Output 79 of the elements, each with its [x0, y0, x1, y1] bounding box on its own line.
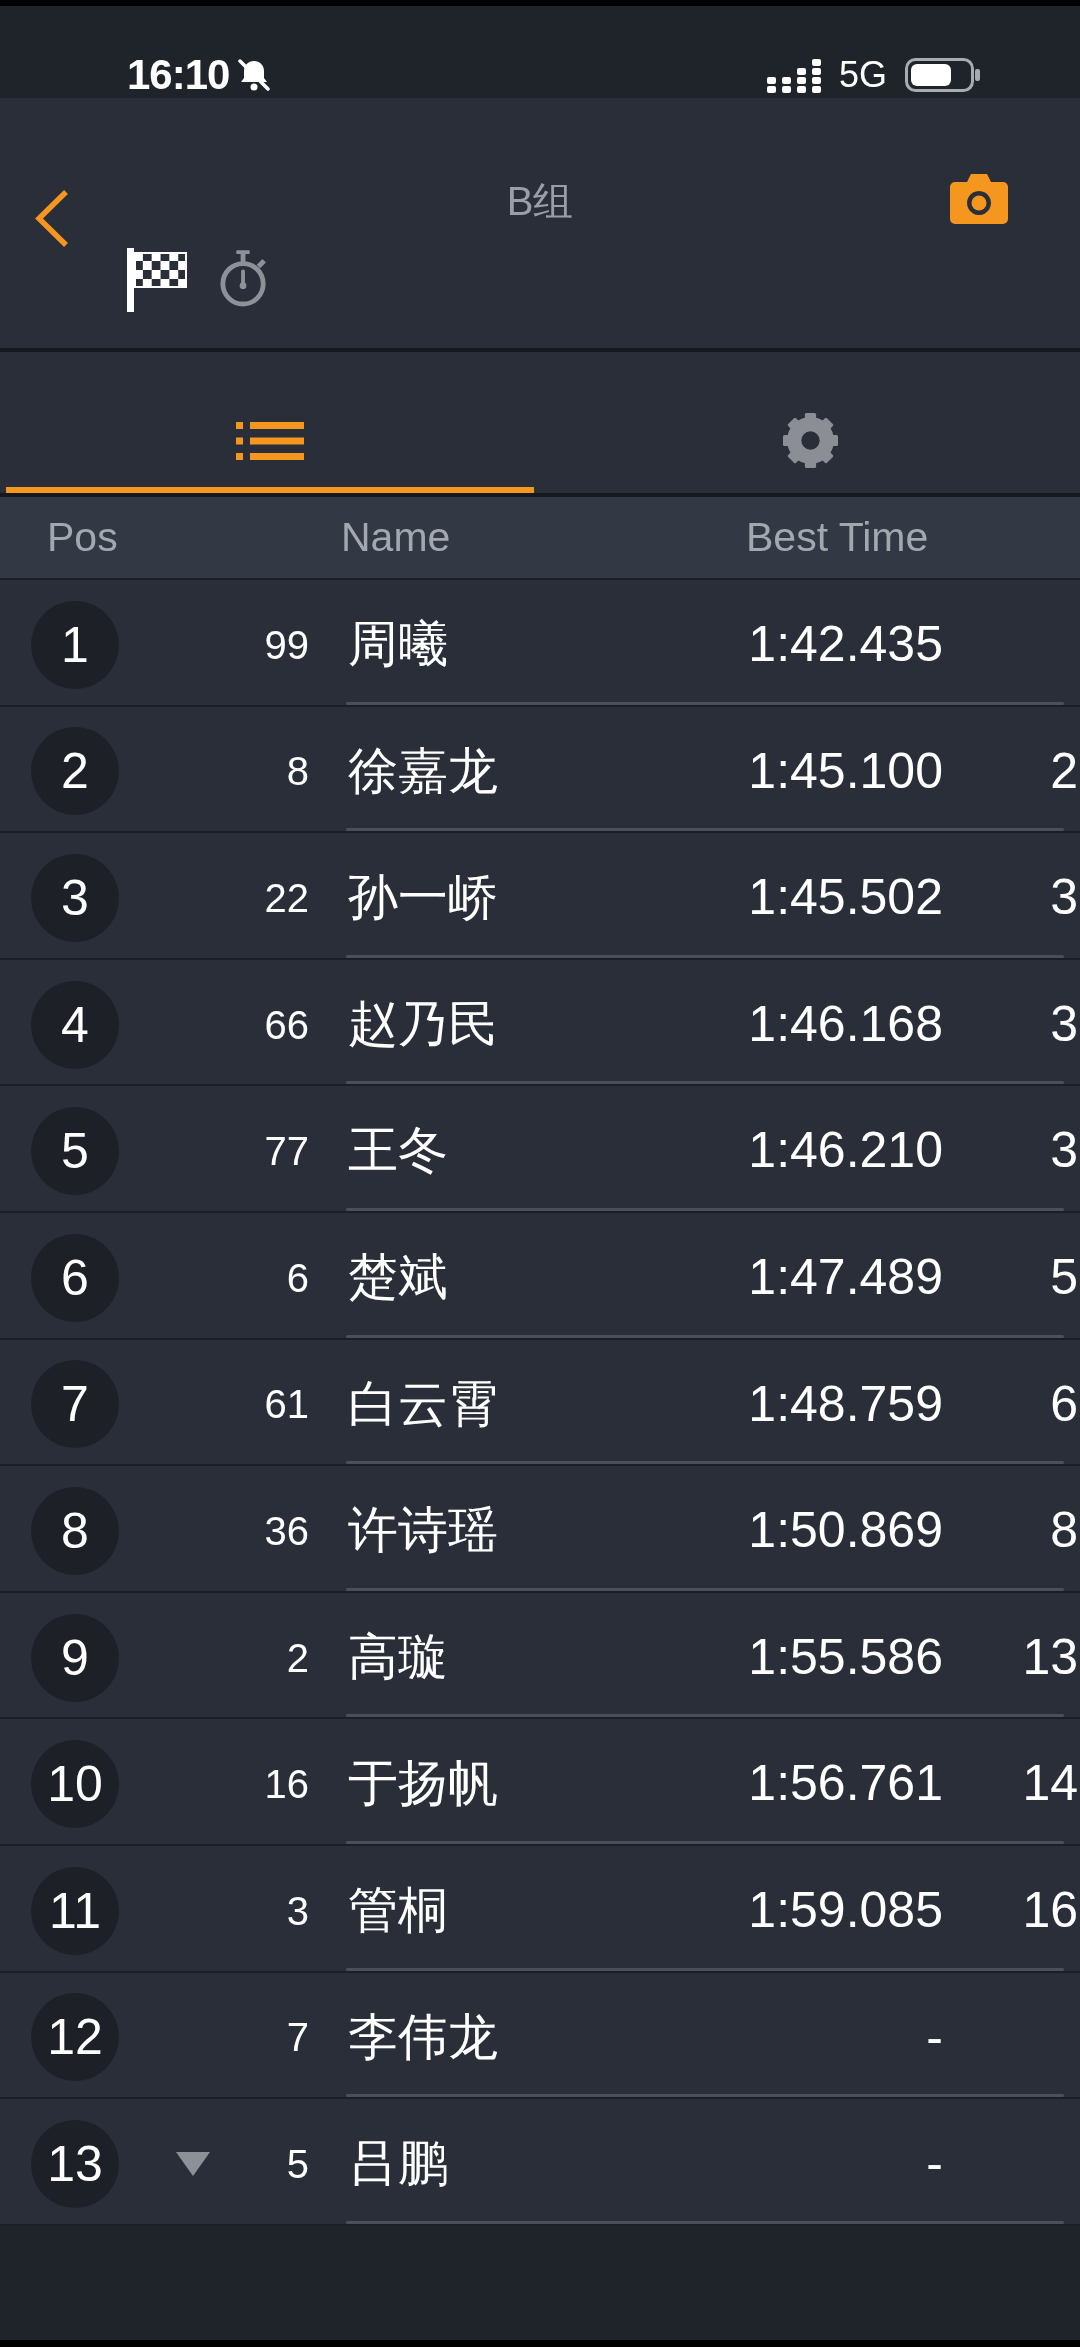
driver-name: 白云霄 — [348, 1375, 498, 1432]
car-number: 5 — [286, 2141, 309, 2186]
best-time: 1:56.761 — [748, 1755, 943, 1812]
checkered-flag-icon[interactable] — [127, 248, 187, 312]
driver-name: 高璇 — [348, 1628, 448, 1685]
driver-name: 楚斌 — [348, 1249, 448, 1305]
best-time: 1:50.869 — [748, 1502, 943, 1559]
driver-name: 吕鹏 — [348, 2135, 448, 2192]
screen-title: B组 — [506, 178, 574, 224]
camera-icon — [950, 174, 1008, 224]
chevron-left-icon — [34, 189, 70, 248]
position-badge: 10 — [31, 1740, 119, 1829]
driver-name: 于扬帆 — [348, 1755, 498, 1812]
car-number: 77 — [264, 1129, 309, 1174]
best-time: 1:55.586 — [748, 1628, 943, 1685]
car-number: 16 — [264, 1762, 309, 1807]
driver-name: 许诗瑶 — [348, 1502, 498, 1559]
best-time: - — [926, 2008, 943, 2065]
position-badge: 13 — [31, 2119, 119, 2208]
position-badge: 9 — [31, 1613, 119, 1702]
best-time: 1:45.502 — [748, 869, 943, 926]
driver-name: 孙一峤 — [348, 869, 498, 926]
table-cell: 8 — [1050, 1502, 1078, 1559]
column-header: Name — [341, 513, 451, 560]
column-header: Pos — [47, 513, 118, 560]
status-time: 16:10 — [127, 51, 230, 99]
table-cell: 3 — [1050, 1122, 1078, 1179]
position-badge: 7 — [31, 1360, 119, 1449]
camera-button[interactable] — [950, 174, 1008, 224]
table-cell: 2 — [1050, 742, 1078, 799]
best-time: 1:45.100 — [748, 742, 943, 799]
car-number: 66 — [264, 1002, 309, 1047]
position-badge: 8 — [31, 1486, 119, 1575]
driver-name: 赵乃民 — [348, 995, 498, 1052]
stopwatch-icon[interactable] — [219, 250, 269, 308]
position-badge: 4 — [31, 980, 119, 1069]
car-number: 99 — [264, 622, 309, 667]
car-number: 7 — [286, 2015, 309, 2060]
driver-name: 管桐 — [348, 1882, 448, 1938]
driver-name: 李伟龙 — [348, 2008, 498, 2065]
back-button[interactable] — [34, 189, 70, 248]
best-time: 1:46.168 — [748, 995, 943, 1052]
position-badge: 3 — [31, 854, 119, 942]
column-header: Best Time — [746, 513, 929, 560]
position-badge: 2 — [31, 727, 119, 816]
muted-bell-icon — [237, 58, 272, 92]
best-time: 1:47.489 — [748, 1249, 943, 1305]
driver-name: 王冬 — [348, 1122, 448, 1179]
driver-name: 徐嘉龙 — [348, 742, 498, 799]
position-badge: 6 — [31, 1233, 119, 1322]
battery-icon — [905, 58, 981, 92]
car-number: 22 — [264, 876, 309, 920]
best-time: 1:46.210 — [748, 1122, 943, 1179]
table-cell: 5 — [1050, 1249, 1078, 1305]
car-number: 61 — [264, 1382, 309, 1427]
table-cell: 3 — [1050, 869, 1078, 926]
position-badge: 12 — [31, 1993, 119, 2082]
position-badge: 5 — [31, 1107, 119, 1196]
list-icon — [236, 421, 304, 460]
best-time: - — [926, 2135, 943, 2192]
position-badge: 11 — [31, 1866, 119, 1955]
car-number: 36 — [264, 1508, 309, 1553]
car-number: 8 — [286, 749, 309, 794]
best-time: 1:42.435 — [748, 616, 943, 673]
best-time: 1:59.085 — [748, 1882, 943, 1938]
table-cell: 6 — [1050, 1375, 1078, 1432]
network-type: 5G — [838, 55, 887, 95]
table-cell: 14 — [1022, 1755, 1078, 1812]
car-number: 3 — [286, 1888, 309, 1933]
signal-icon — [766, 57, 821, 93]
position-badge: 1 — [31, 600, 119, 689]
table-cell: 3 — [1050, 995, 1078, 1052]
gear-icon — [782, 413, 838, 468]
driver-name: 周曦 — [348, 616, 448, 673]
car-number: 6 — [286, 1255, 309, 1300]
car-number: 2 — [286, 1635, 309, 1680]
table-cell: 13 — [1022, 1628, 1078, 1685]
table-cell: 16 — [1022, 1882, 1078, 1938]
best-time: 1:48.759 — [748, 1375, 943, 1432]
